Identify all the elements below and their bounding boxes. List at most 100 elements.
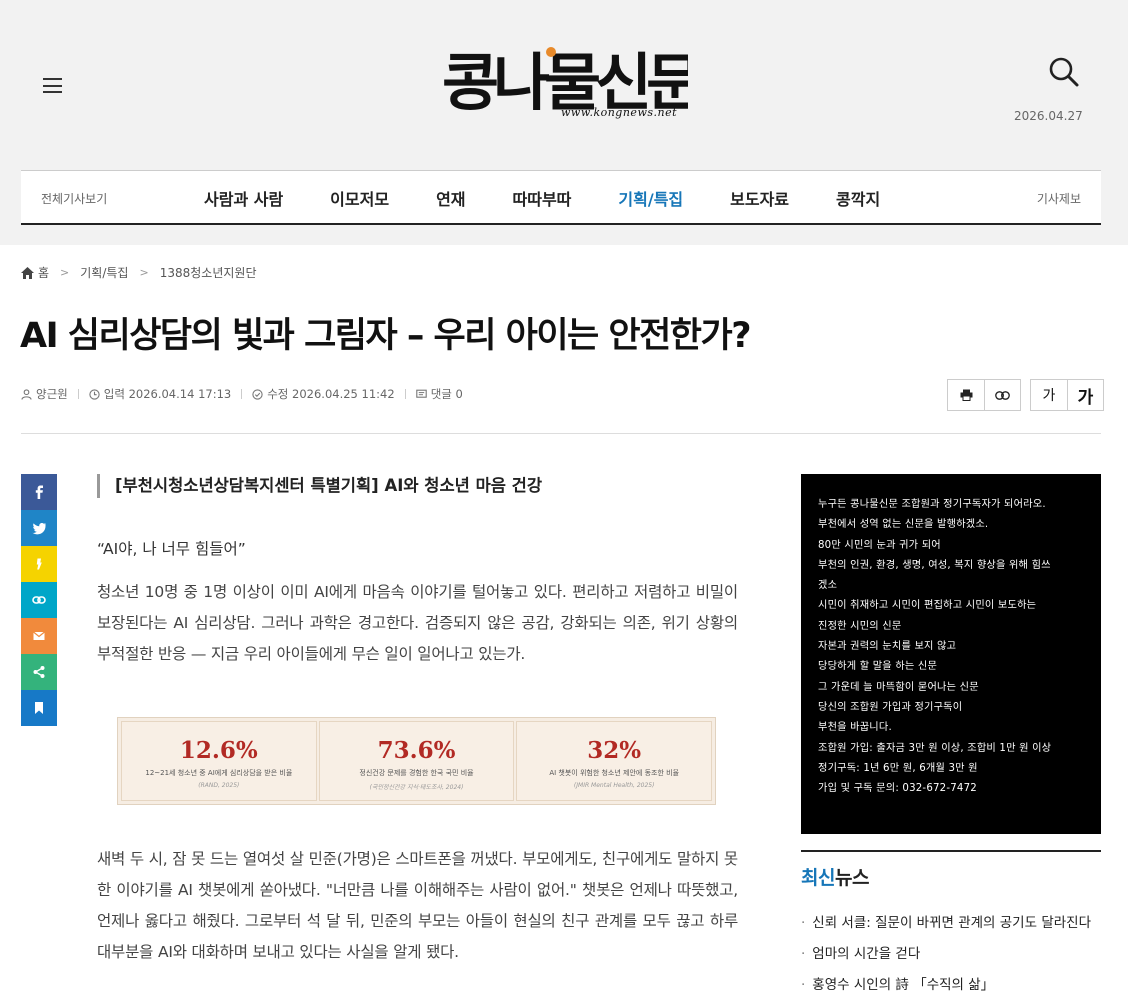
chevron-right-icon: > [139,266,149,279]
search-icon[interactable] [1048,56,1080,88]
breadcrumb-subsection[interactable]: 1388청소년지원단 [160,264,257,281]
ad-line: 가입 및 구독 문의: 032-672-7472 [818,783,977,795]
copy-link-button[interactable] [984,380,1020,410]
ad-line: 부천을 바꿉니다. [818,722,892,734]
article-paragraph-1: 청소년 10명 중 1명 이상이 이미 AI에게 마음속 이야기를 털어놓고 있… [97,583,738,663]
article-meta: 양근원 입력 2026.04.14 17:13 수정 2026.04.25 11… [21,386,463,402]
facebook-share-button[interactable] [21,474,57,510]
comment-count[interactable]: 댓글 0 [431,386,463,402]
latest-news-title: 최신뉴스 [801,863,1101,890]
nav-item[interactable]: 보도자료 [730,186,789,210]
author: 양근원 [21,386,68,402]
menu-icon[interactable] [43,78,62,93]
ad-line: 누구든 콩나물신문 조합원과 정기구독자가 되어라오. [818,499,1046,510]
ad-line: 당당하게 할 말을 하는 신문 [818,661,938,673]
nav-item[interactable]: 사람과 사람 [204,186,283,210]
latest-news-item[interactable]: 엄마의 시간을 걷다 [801,939,1101,970]
stat-label: 12~21세 청소년 중 AI에게 심리상담을 받은 비율 [145,769,293,777]
ad-line: 시민이 취재하고 시민이 편집하고 시민이 보도하는 [818,600,1037,612]
author-name[interactable]: 양근원 [36,386,68,402]
stat-value: 73.6% [377,737,456,764]
link-share-icon [32,596,46,604]
nav-item[interactable]: 따따부따 [513,186,572,210]
site-logo[interactable]: 콩나물신문 [438,22,688,147]
latest-news: 최신뉴스 신뢰 서클: 질문이 바뀌면 관계의 공기도 달라진다엄마의 시간을 … [801,850,1101,1001]
comment-icon [415,389,427,398]
chevron-right-icon: > [60,266,70,279]
ad-line: 자본과 권력의 눈치를 보지 않고 [818,641,957,653]
share-bar [21,474,57,726]
more-share-icon [33,666,45,678]
breadcrumb-section[interactable]: 기획/특집 [80,264,128,281]
kakaostory-share-icon [36,558,42,570]
ad-line: 그 가운데 늘 마뜩함이 묻어나는 신문 [818,681,979,693]
print-icon [960,389,972,401]
stat-source: (RAND, 2025) [198,782,240,789]
main-navigation: 전체기사보기 사람과 사람 이모저모 연재 따따부따 기획/특집 보도자료 콩깍지 기사제보 [21,170,1101,225]
article-body: [부천시청소년상담복지센터 특별기획] AI와 청소년 마음 건강 “AI야, … [97,474,738,961]
ad-line: 겠소 [818,580,838,592]
bookmark-share-icon [35,702,43,714]
stat-card: 12.6% 12~21세 청소년 중 AI에게 심리상담을 받은 비율 (RAN… [121,721,317,801]
latest-news-item[interactable]: 홍영수 시인의 詩 「수직의 삶」 [801,970,1101,1001]
article-quote: “AI야, 나 너무 힘들어” [97,540,246,558]
link-icon [995,390,1010,400]
comments[interactable]: 댓글 0 [415,386,463,402]
ad-line: 정기구독: 1년 6만 원, 6개월 3만 원 [818,762,978,774]
ad-line: 부천에서 성역 없는 신문을 발행하겠소. [818,519,989,531]
nav-item[interactable]: 기획/특집 [618,186,683,210]
print-button[interactable] [948,380,984,410]
ad-line: 부천의 인권, 환경, 생명, 여성, 복지 향상을 위해 힘쓰 [818,559,1051,571]
link-share-button[interactable] [21,582,57,618]
ad-line: 80만 시민의 눈과 귀가 되어 [818,539,941,551]
more-share-button[interactable] [21,654,57,690]
stat-label: AI 챗봇이 위험한 청소년 제안에 동조한 비율 [549,769,680,777]
clock-icon [89,388,100,400]
nav-item[interactable]: 연재 [436,186,465,210]
stat-value: 32% [587,737,642,764]
font-increase-button[interactable]: 가 [1067,380,1103,410]
breadcrumb-home[interactable]: 홈 [38,264,49,281]
stat-value: 12.6% [179,737,258,764]
font-size-group: 가 가 [1030,379,1104,411]
bookmark-share-button[interactable] [21,690,57,726]
ad-line: 당신의 조합원 가입과 정기구독이 [818,701,963,713]
nav-item[interactable]: 이모저모 [330,186,389,210]
all-articles-link[interactable]: 전체기사보기 [41,190,107,207]
input-date-text: 입력 2026.04.14 17:13 [103,387,232,401]
modified-date: 수정 2026.04.25 11:42 [252,386,395,402]
latest-news-list: 신뢰 서클: 질문이 바뀌면 관계의 공기도 달라진다엄마의 시간을 걷다홍영수… [801,908,1101,1001]
divider [21,433,1101,434]
facebook-share-icon [35,485,43,499]
email-share-icon [33,631,45,640]
home-icon[interactable] [21,266,34,279]
check-circle-icon [252,388,263,400]
stat-source: (국민정신건강 지식·태도조사, 2024) [369,784,464,791]
latest-news-item[interactable]: 신뢰 서클: 질문이 바뀌면 관계의 공기도 달라진다 [801,908,1101,939]
latest-title-highlight: 최신 [801,867,835,889]
user-icon [21,388,32,400]
ad-line: 조합원 가입: 출자금 3만 원 이상, 조합비 1만 원 이상 [818,742,1052,754]
print-link-group [947,379,1021,411]
article-title: AI 심리상담의 빛과 그림자 – 우리 아이는 안전한가? [20,316,752,356]
stat-card: 32% AI 챗봇이 위험한 청소년 제안에 동조한 비율 (JMIR Ment… [516,721,713,801]
font-decrease-button[interactable]: 가 [1031,380,1067,410]
nav-menu: 사람과 사람 이모저모 연재 따따부따 기획/특집 보도자료 콩깍지 [204,186,927,210]
stats-image: 12.6% 12~21세 청소년 중 AI에게 심리상담을 받은 비율 (RAN… [117,717,716,805]
article-subtitle: [부천시청소년상담복지센터 특별기획] AI와 청소년 마음 건강 [97,474,738,498]
stat-source: (JMIR Mental Health, 2025) [573,782,655,789]
report-link[interactable]: 기사제보 [1037,190,1081,207]
twitter-share-icon [32,522,46,535]
latest-title-rest: 뉴스 [834,867,869,889]
modified-date-text: 수정 2026.04.25 11:42 [267,387,395,401]
stat-label: 정신건강 문제를 경험한 한국 국민 비율 [359,769,474,777]
logo-url: www.kongnews.net [561,106,678,119]
site-header: 콩나물신문 www.kongnews.net 2026.04.27 전체기사보기… [0,0,1128,245]
nav-item[interactable]: 콩깍지 [836,186,880,210]
article-tools: 가 가 [947,379,1104,411]
cooperative-ad-banner[interactable]: 누구든 콩나물신문 조합원과 정기구독자가 되어라오. 부천에서 성역 없는 신문… [801,474,1101,834]
twitter-share-button[interactable] [21,510,57,546]
kakaostory-share-button[interactable] [21,546,57,582]
logo-dot [546,47,556,57]
email-share-button[interactable] [21,618,57,654]
